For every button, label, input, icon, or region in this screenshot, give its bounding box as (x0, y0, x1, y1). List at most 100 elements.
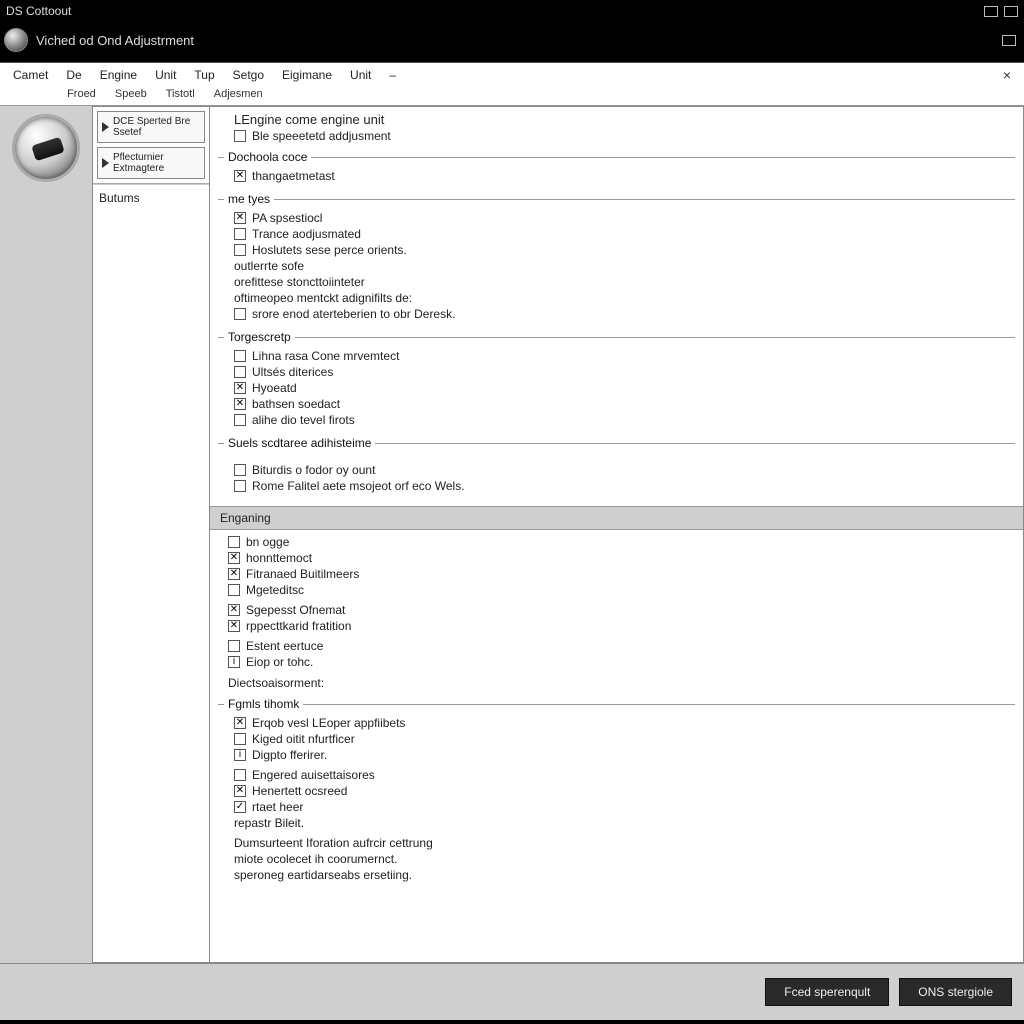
checkbox-row[interactable]: Lihna rasa Cone mrvemtect (224, 348, 1015, 364)
checkbox-icon[interactable] (228, 536, 240, 548)
checkbox-icon[interactable]: ✕ (228, 568, 240, 580)
left-column (0, 106, 92, 963)
note-text: Dumsurteent Iforation aufrcir cettrung (224, 835, 1015, 851)
main-window: Camet De Engine Unit Tup Setgo Eigimane … (0, 62, 1024, 1020)
checkbox-row[interactable]: ✕ Fitranaed Buitilmeers (218, 566, 1015, 582)
menu-item[interactable]: Camet (4, 66, 57, 84)
side-panel: DCE Sperted Bre Ssetef Pflecturnier Extm… (92, 106, 210, 963)
checkbox-icon[interactable]: ✕ (228, 552, 240, 564)
checkbox-row[interactable]: ✕ Hyoeatd (224, 380, 1015, 396)
window-minimize-icon[interactable] (984, 6, 998, 17)
checkbox-icon[interactable] (234, 414, 246, 426)
window-maximize-icon[interactable] (1004, 6, 1018, 17)
checkbox-icon[interactable]: ✕ (234, 785, 246, 797)
checkbox-icon[interactable] (228, 584, 240, 596)
checkbox-label: bn ogge (246, 535, 289, 549)
checkbox-row[interactable]: ✕ rppecttkarid fratition (218, 618, 1015, 634)
side-button-2[interactable]: Pflecturnier Extmagtere (97, 147, 205, 179)
checkbox-row[interactable]: Kiged oitit nfurtficer (224, 731, 1015, 747)
submenu-item[interactable]: Adjesmen (206, 87, 271, 101)
play-icon (102, 158, 109, 168)
menubar: Camet De Engine Unit Tup Setgo Eigimane … (0, 63, 1024, 87)
content-area: DCE Sperted Bre Ssetef Pflecturnier Extm… (0, 106, 1024, 963)
window-restore-icon[interactable] (1002, 35, 1016, 46)
menu-item[interactable]: Tup (185, 66, 223, 84)
submenu-item[interactable]: Speeb (107, 87, 155, 101)
checkbox-row[interactable]: ✕honnttemoct (218, 550, 1015, 566)
checkbox-row[interactable]: ✕ thangaetmetast (224, 168, 1015, 184)
checkbox-row[interactable]: Hoslutets sese perce orients. (224, 242, 1015, 258)
close-icon[interactable]: × (994, 65, 1020, 85)
checkbox-row[interactable]: ✕ Henertett ocsreed (224, 783, 1015, 799)
checkbox-icon[interactable] (234, 130, 246, 142)
checkbox-row[interactable]: iDigpto fferirer. (224, 747, 1015, 763)
checkbox-icon[interactable]: i (234, 749, 246, 761)
checkbox-row[interactable]: ✕Sgepesst Ofnemat (218, 602, 1015, 618)
checkbox-row[interactable]: ✕PA spsestiocl (224, 210, 1015, 226)
checkbox-icon[interactable] (234, 480, 246, 492)
group-fgmls: Fgmls tihomk ✕Erqob vesl LEoper appfiibe… (218, 697, 1015, 885)
checkbox-row[interactable]: ✕bathsen soedact (224, 396, 1015, 412)
checkbox-icon[interactable] (234, 733, 246, 745)
checkbox-icon[interactable] (234, 769, 246, 781)
menu-item[interactable]: Engine (91, 66, 146, 84)
checkbox-row[interactable]: alihe dio tevel firots (224, 412, 1015, 428)
checkbox-label: Hyoeatd (252, 381, 297, 395)
outer-window-controls (984, 6, 1018, 17)
checkbox-label: rppecttkarid fratition (246, 619, 351, 633)
checkbox-label: Henertett ocsreed (252, 784, 347, 798)
checkbox-row[interactable]: Rome Falitel aete msojeot orf eco Wels. (224, 478, 1015, 494)
checkbox-row[interactable]: ✕Erqob vesl LEoper appfiibets (224, 715, 1015, 731)
outer-title-text: DS Cottoout (6, 4, 71, 18)
group-metyes: me tyes ✕PA spsestiocl Trance aodjusmate… (218, 192, 1015, 324)
side-button-1[interactable]: DCE Sperted Bre Ssetef (97, 111, 205, 143)
checkbox-icon[interactable]: ✓ (234, 801, 246, 813)
checkbox-icon[interactable]: ✕ (234, 170, 246, 182)
menu-item[interactable]: Unit (341, 66, 380, 84)
checkbox-row[interactable]: Estent eertuce (218, 638, 1015, 654)
menu-item[interactable]: – (380, 66, 405, 84)
submenu-item[interactable]: Froed (59, 87, 104, 101)
checkbox-icon[interactable] (234, 366, 246, 378)
submenu-item[interactable]: Tistotl (158, 87, 203, 101)
menu-item[interactable]: Setgo (224, 66, 273, 84)
checkbox-icon[interactable] (234, 350, 246, 362)
menu-item[interactable]: Unit (146, 66, 185, 84)
checkbox-icon[interactable] (228, 640, 240, 652)
checkbox-icon[interactable]: ✕ (234, 717, 246, 729)
checkbox-row[interactable]: Mgeteditsc (218, 582, 1015, 598)
section-banner: Enganing (210, 506, 1023, 530)
checkbox-label: Trance aodjusmated (252, 227, 361, 241)
footer-button-2[interactable]: ONS stergiole (899, 978, 1012, 1006)
checkbox-label: Mgeteditsc (246, 583, 304, 597)
checkbox-row[interactable]: Ultsés diterices (224, 364, 1015, 380)
checkbox-icon[interactable]: ✕ (234, 212, 246, 224)
checkbox-row[interactable]: srore enod aterteberien to obr Deresk. (224, 306, 1015, 322)
checkbox-icon[interactable] (234, 308, 246, 320)
sub-menubar: Froed Speeb Tistotl Adjesmen (0, 87, 1024, 106)
checkbox-icon[interactable]: i (228, 656, 240, 668)
checkbox-row[interactable]: ✓rtaet heer (224, 799, 1015, 815)
checkbox-label: Estent eertuce (246, 639, 323, 653)
module-icon[interactable] (12, 114, 80, 182)
checkbox-row[interactable]: iEiop or tohc. (218, 654, 1015, 670)
footer-button-1[interactable]: Fced sperenqult (765, 978, 889, 1006)
checkbox-icon[interactable] (234, 244, 246, 256)
checkbox-icon[interactable]: ✕ (234, 382, 246, 394)
checkbox-row[interactable]: Engered auisettaisores (224, 767, 1015, 783)
checkbox-label: Fitranaed Buitilmeers (246, 567, 359, 581)
menu-item[interactable]: Eigimane (273, 66, 341, 84)
checkbox-row[interactable]: Trance aodjusmated (224, 226, 1015, 242)
checkbox-icon[interactable] (234, 228, 246, 240)
checkbox-icon[interactable]: ✕ (228, 604, 240, 616)
menu-item[interactable]: De (57, 66, 90, 84)
checkbox-row[interactable]: Ble speeetetd addjusment (218, 128, 1015, 144)
checkbox-icon[interactable]: ✕ (234, 398, 246, 410)
side-button-label: Pflecturnier Extmagtere (113, 152, 200, 174)
checkbox-row[interactable]: Biturdis o fodor oy ount (224, 462, 1015, 478)
checkbox-row[interactable]: bn ogge (218, 534, 1015, 550)
checkbox-icon[interactable] (234, 464, 246, 476)
checkbox-label: alihe dio tevel firots (252, 413, 355, 427)
checkbox-label: srore enod aterteberien to obr Deresk. (252, 307, 455, 321)
checkbox-icon[interactable]: ✕ (228, 620, 240, 632)
